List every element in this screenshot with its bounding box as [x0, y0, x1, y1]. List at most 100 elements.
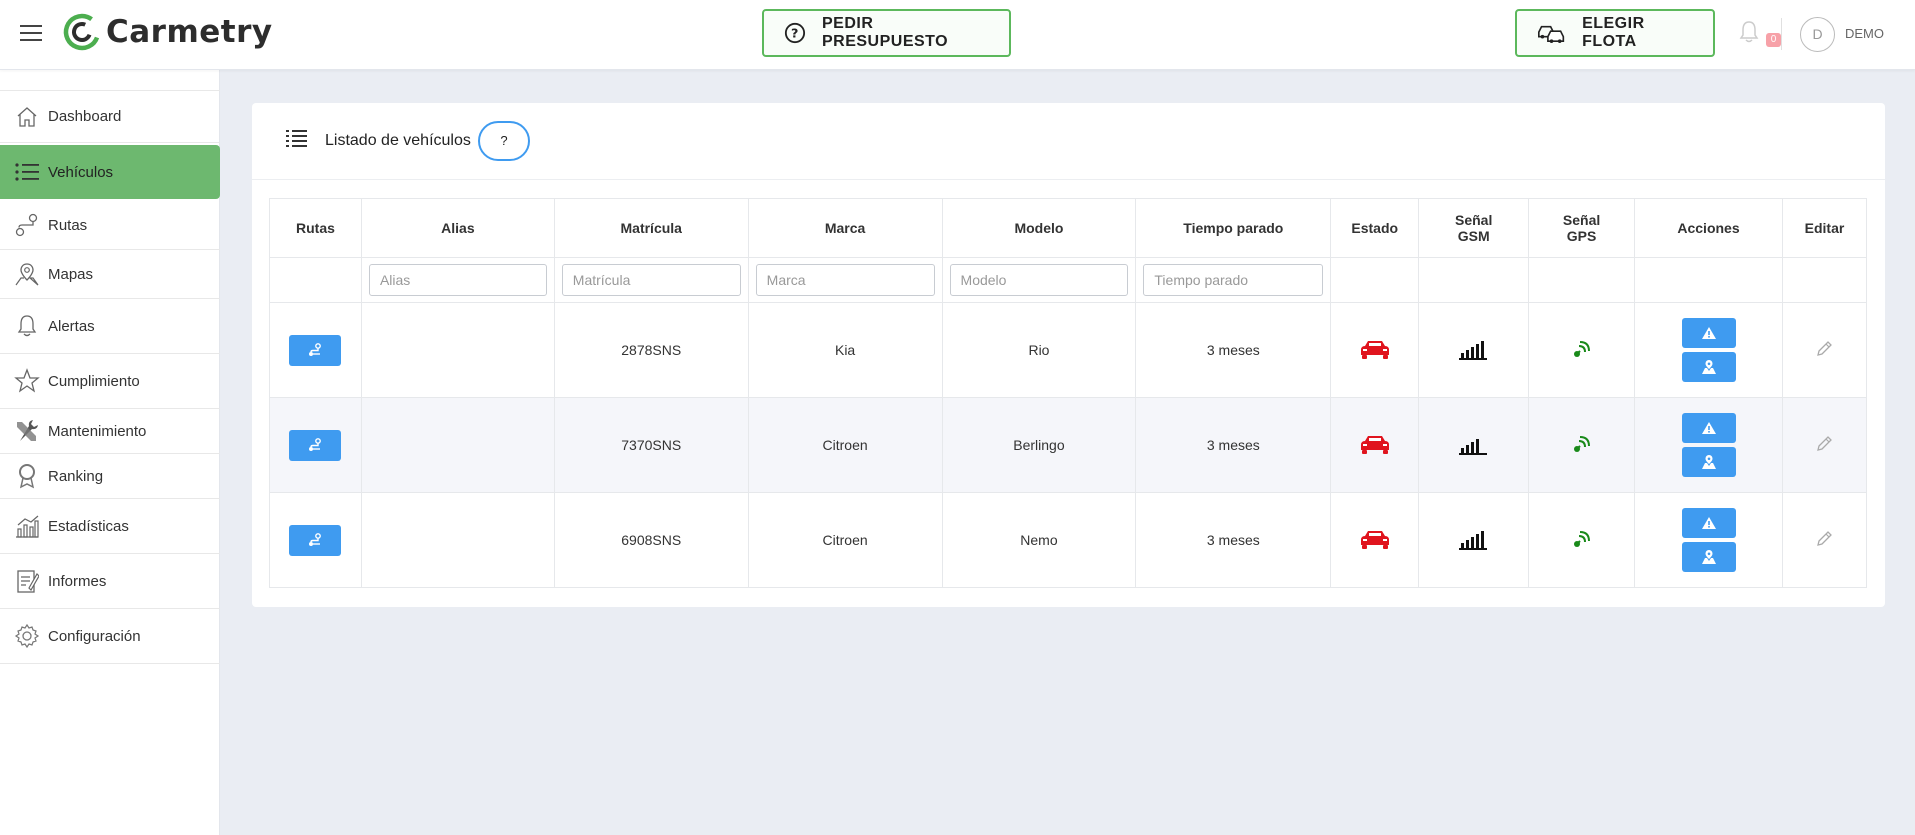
editar-cell — [1781, 302, 1868, 398]
pencil-icon[interactable] — [1815, 340, 1833, 358]
notifications-bell-icon[interactable] — [1738, 20, 1760, 49]
signal-bars-icon — [1458, 438, 1487, 455]
route-icon — [309, 533, 322, 546]
filter-modelo-cell — [941, 257, 1137, 303]
filter-row — [269, 257, 1868, 303]
sidebar-item-dashboard[interactable]: Dashboard — [0, 90, 220, 143]
gps-cell — [1528, 492, 1636, 588]
sidebar-item-alertas[interactable]: Alertas — [0, 299, 220, 354]
chart-icon — [14, 513, 40, 539]
acciones-group — [1635, 506, 1782, 574]
table-row: 2878SNS Kia Rio 3 meses — [269, 302, 1868, 398]
header-estado: Estado — [1330, 198, 1420, 258]
user-avatar[interactable]: D — [1800, 17, 1835, 52]
map-marker-icon — [1701, 550, 1716, 564]
user-name[interactable]: DEMO — [1845, 26, 1884, 41]
route-button[interactable] — [289, 334, 342, 366]
sidebar-item-estadisticas[interactable]: Estadísticas — [0, 499, 220, 554]
alert-button[interactable] — [1681, 318, 1736, 348]
logo-text: Carmetry — [106, 14, 273, 50]
pedir-presupuesto-button[interactable]: ? PEDIR PRESUPUESTO — [762, 9, 1011, 57]
sidebar-item-vehiculos[interactable]: Vehículos — [0, 145, 220, 199]
route-button[interactable] — [289, 429, 342, 461]
star-icon — [14, 368, 40, 394]
sidebar-item-rutas[interactable]: Rutas — [0, 201, 220, 250]
gear-icon — [14, 623, 40, 649]
gps-signal-icon — [1573, 530, 1590, 547]
acciones-cell — [1634, 492, 1783, 588]
menu-toggle-icon[interactable] — [20, 25, 42, 43]
map-button[interactable] — [1681, 352, 1736, 382]
vehicles-table: Rutas Alias Matrícula Marca Modelo Tiemp… — [269, 198, 1868, 588]
rutas-cell — [269, 302, 362, 398]
estado-cell — [1330, 302, 1420, 398]
matricula-cell: 6908SNS — [553, 492, 749, 588]
filter-tiempo-input[interactable] — [1143, 264, 1324, 296]
pedir-presupuesto-label: PEDIR PRESUPUESTO — [821, 15, 949, 50]
sidebar-item-label: Estadísticas — [48, 517, 129, 535]
pencil-icon[interactable] — [1815, 530, 1833, 548]
medal-icon — [14, 463, 40, 489]
filter-alias-input[interactable] — [368, 264, 547, 296]
list-icon — [14, 159, 40, 185]
cars-icon — [1537, 25, 1565, 43]
gsm-cell — [1418, 302, 1530, 398]
editar-cell — [1781, 397, 1868, 493]
filter-matricula-input[interactable] — [561, 264, 741, 296]
alias-cell — [360, 492, 555, 588]
header-editar: Editar — [1781, 198, 1868, 258]
sidebar-item-cumplimiento[interactable]: Cumplimiento — [0, 354, 220, 409]
route-button[interactable] — [289, 524, 342, 556]
filter-marca-input[interactable] — [755, 264, 935, 296]
map-button[interactable] — [1681, 447, 1736, 477]
tiempo-cell: 3 meses — [1135, 492, 1332, 588]
vehicles-panel: Listado de vehículos ? Rutas Alias Matrí… — [252, 103, 1885, 607]
filter-empty — [1781, 257, 1868, 303]
route-icon — [309, 438, 322, 451]
filter-empty — [269, 257, 362, 303]
filter-empty — [1418, 257, 1530, 303]
warning-icon — [1701, 422, 1716, 434]
map-button[interactable] — [1681, 542, 1736, 572]
filter-marca-cell — [747, 257, 943, 303]
sidebar-item-mapas[interactable]: Mapas — [0, 250, 220, 299]
sidebar-item-mantenimiento[interactable]: Mantenimiento — [0, 409, 220, 454]
header-divider — [1781, 18, 1782, 50]
filter-modelo-input[interactable] — [949, 264, 1129, 296]
sidebar-item-ranking[interactable]: Ranking — [0, 454, 220, 499]
pencil-icon[interactable] — [1815, 435, 1833, 453]
acciones-cell — [1634, 397, 1783, 493]
modelo-cell: Nemo — [941, 492, 1137, 588]
header-alias[interactable]: Alias — [360, 198, 555, 258]
modelo-cell: Rio — [941, 302, 1137, 398]
sidebar-item-label: Informes — [48, 572, 107, 590]
help-button[interactable]: ? — [478, 121, 530, 161]
header-marca[interactable]: Marca — [747, 198, 943, 258]
alert-button[interactable] — [1681, 413, 1736, 443]
gps-signal-icon — [1573, 340, 1590, 357]
header-senal-gsm: Señal GSM — [1418, 198, 1530, 258]
elegir-flota-button[interactable]: ELEGIR FLOTA — [1515, 9, 1715, 57]
home-icon — [14, 104, 40, 130]
header-gps-line1: Señal — [1562, 212, 1601, 228]
estado-cell — [1330, 397, 1420, 493]
sidebar-item-label: Alertas — [48, 317, 95, 335]
filter-empty — [1330, 257, 1420, 303]
estado-cell — [1330, 492, 1420, 588]
filter-empty — [1528, 257, 1636, 303]
header-tiempo-parado[interactable]: Tiempo parado — [1135, 198, 1332, 258]
sidebar-item-label: Cumplimiento — [48, 372, 140, 390]
car-status-icon — [1360, 435, 1389, 454]
sidebar-item-configuracion[interactable]: Configuración — [0, 609, 220, 664]
editar-cell — [1781, 492, 1868, 588]
panel-title: Listado de vehículos — [325, 132, 471, 149]
bell-icon — [14, 313, 40, 339]
header-gsm-line2: GSM — [1457, 228, 1490, 244]
header-acciones: Acciones — [1634, 198, 1783, 258]
header-modelo[interactable]: Modelo — [941, 198, 1137, 258]
carmetry-logo[interactable]: Carmetry — [62, 12, 273, 52]
header-matricula[interactable]: Matrícula — [553, 198, 749, 258]
alert-button[interactable] — [1681, 508, 1736, 538]
sidebar-item-informes[interactable]: Informes — [0, 554, 220, 609]
warning-icon — [1701, 327, 1716, 339]
